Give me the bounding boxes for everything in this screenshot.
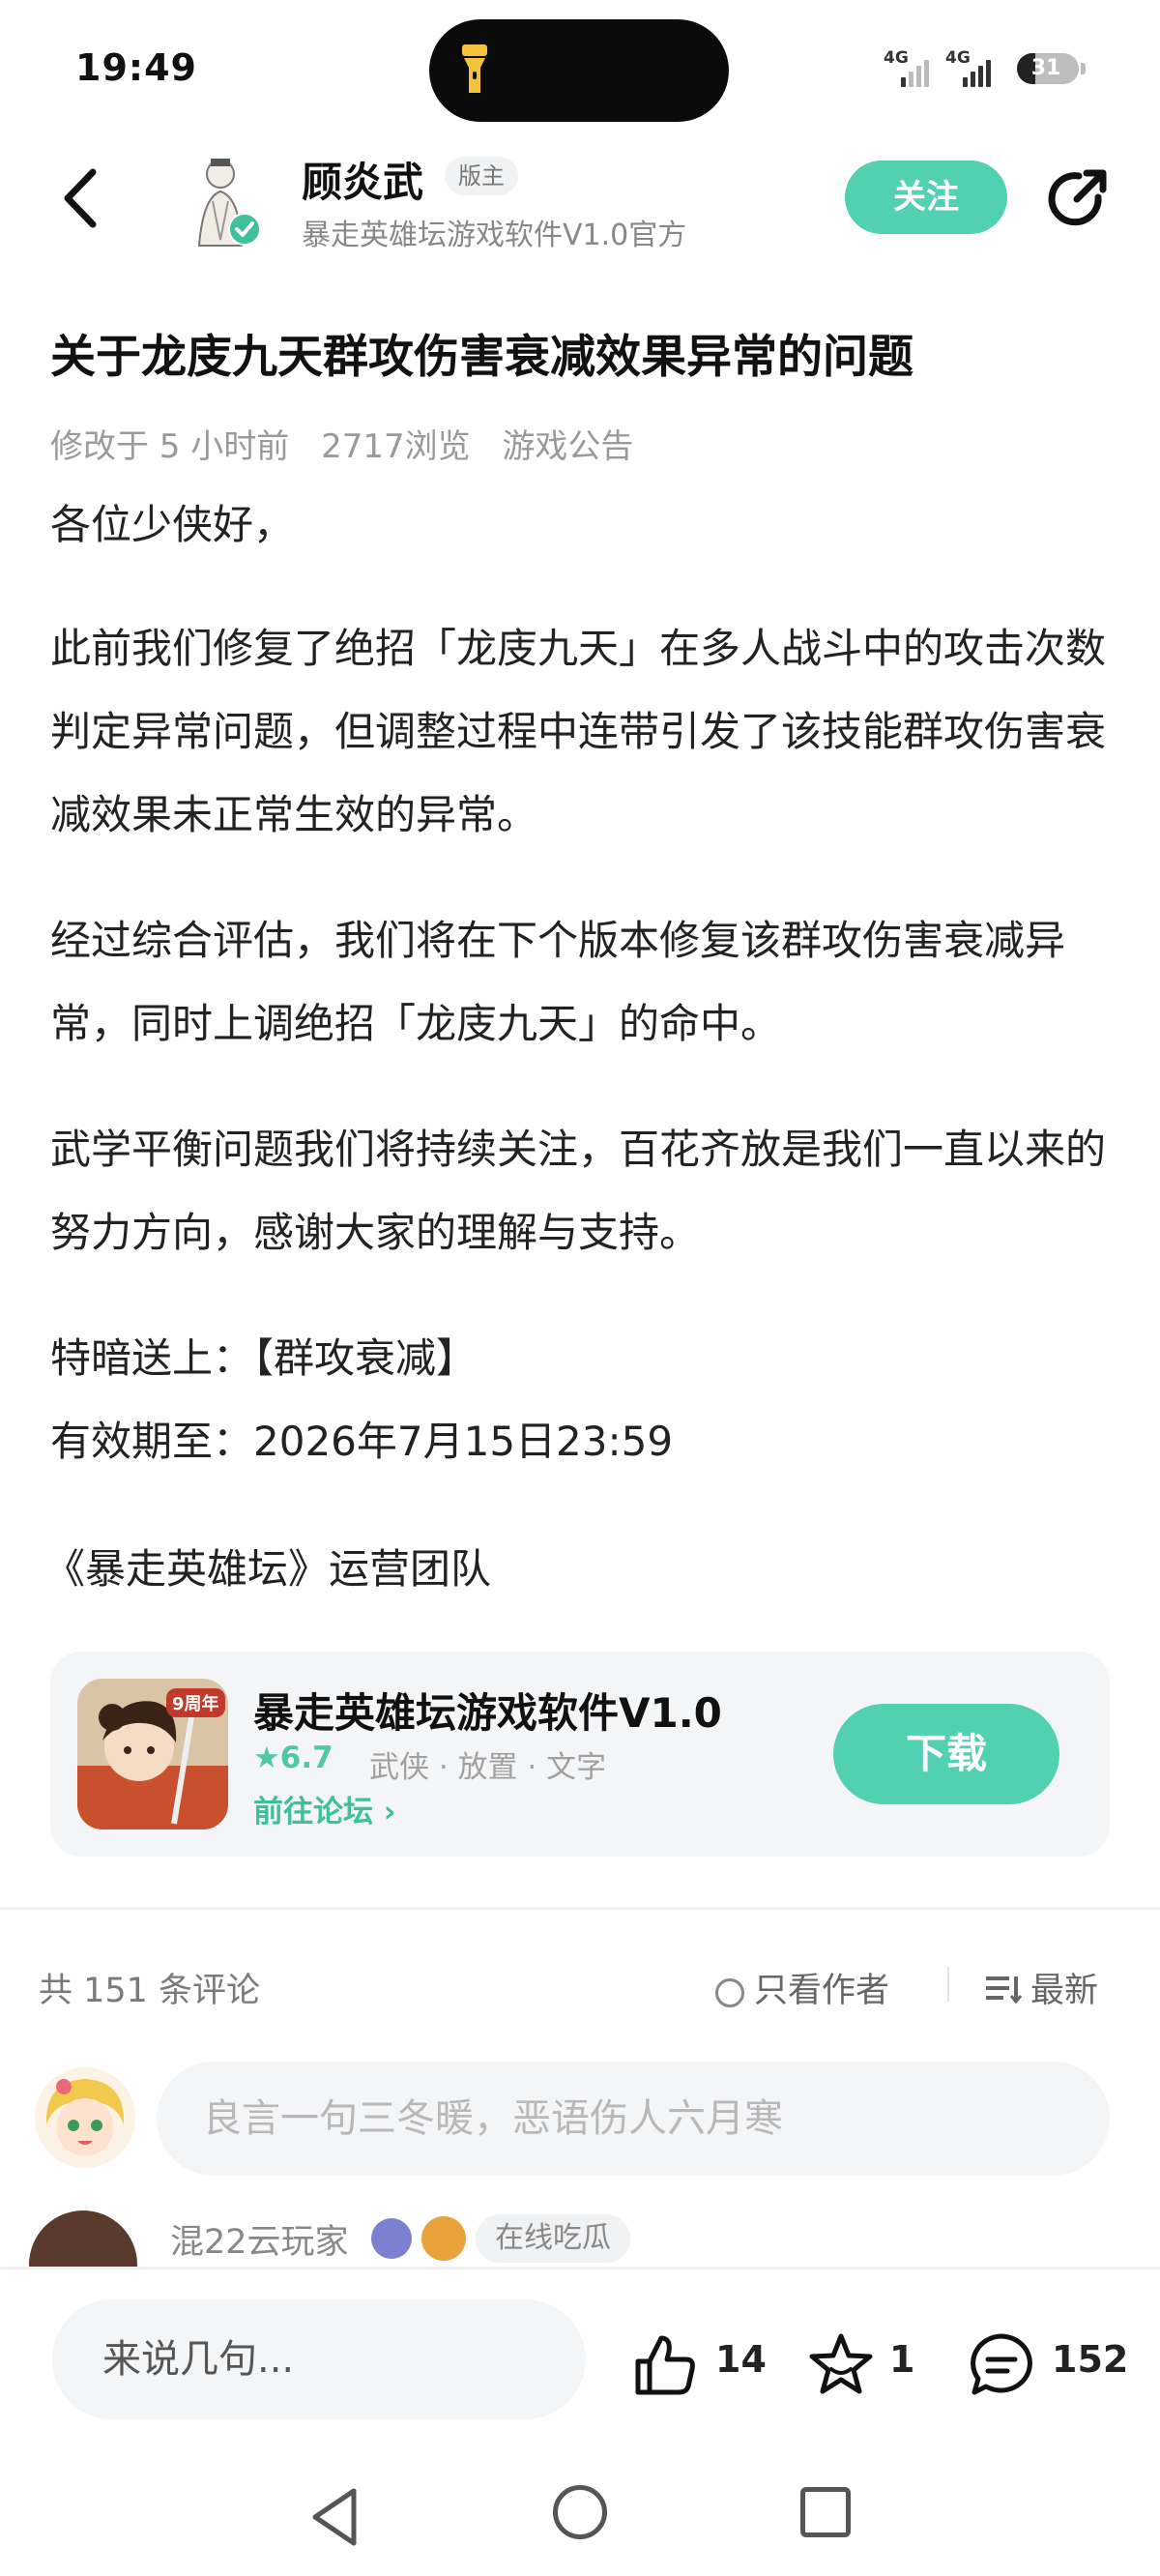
like-count: 14 bbox=[715, 2338, 767, 2381]
author-subtitle: 暴走英雄坛游戏软件V1.0官方 bbox=[302, 219, 687, 252]
nav-home-icon[interactable] bbox=[553, 2485, 607, 2539]
flashlight-icon bbox=[462, 44, 487, 93]
commenter-name[interactable]: 混22云玩家 bbox=[170, 2214, 349, 2264]
game-tags: 武侠 · 放置 · 文字 bbox=[369, 1750, 607, 1785]
post-paragraph: 各位少侠好， bbox=[50, 501, 295, 548]
anniversary-badge: 9周年 bbox=[166, 1688, 225, 1717]
comment-bubble-icon[interactable] bbox=[967, 2330, 1036, 2400]
radio-icon bbox=[715, 1978, 744, 2007]
game-rating: ★6.7 bbox=[253, 1741, 334, 1775]
status-time: 19:49 bbox=[75, 46, 197, 89]
author-name[interactable]: 顾炎武 bbox=[302, 150, 423, 209]
cellular-signal-icon: 4G bbox=[945, 48, 1007, 87]
post-meta: 修改于 5 小时前 2717浏览 游戏公告 bbox=[50, 420, 654, 467]
reply-input[interactable]: 来说几句... bbox=[52, 2299, 586, 2419]
battery-tip bbox=[1081, 63, 1086, 74]
author-avatar[interactable] bbox=[180, 153, 267, 249]
battery-icon: 31 bbox=[1017, 53, 1079, 84]
view-count: 2717浏览 bbox=[321, 427, 471, 466]
only-author-toggle[interactable]: 只看作者 bbox=[715, 1963, 889, 2012]
post-paragraph: 特暗送上：【群攻衰减】 bbox=[50, 1334, 478, 1382]
nav-back-icon[interactable] bbox=[305, 2485, 363, 2549]
game-icon[interactable]: 9周年 bbox=[77, 1679, 228, 1830]
comment-count: 共 151 条评论 bbox=[39, 1972, 261, 2010]
user-tag: 在线吃瓜 bbox=[476, 2214, 630, 2263]
post-paragraph: 此前我们修复了绝招「龙庋九天」在多人战斗中的攻击次数判定异常问题，但调整过程中连… bbox=[50, 625, 1107, 838]
download-button[interactable]: 下载 bbox=[833, 1704, 1059, 1804]
post-paragraph: 有效期至：2026年7月15日23:59 bbox=[50, 1418, 674, 1465]
nav-recents-icon[interactable] bbox=[800, 2487, 851, 2537]
filter-divider bbox=[947, 1967, 949, 2002]
comment-count-bottom: 152 bbox=[1052, 2338, 1129, 2381]
moderator-tag: 版主 bbox=[445, 157, 518, 195]
level-badge-icon bbox=[421, 2216, 466, 2261]
game-name[interactable]: 暴走英雄坛游戏软件V1.0 bbox=[253, 1681, 722, 1740]
section-divider bbox=[0, 1907, 1160, 1910]
anime-girl-avatar-icon bbox=[35, 2067, 135, 2168]
go-to-forum-link[interactable]: 前往论坛 › bbox=[253, 1787, 396, 1830]
battery-level: 31 bbox=[1030, 56, 1061, 80]
comment-input[interactable]: 良言一句三冬暖，恶语伤人六月寒 bbox=[157, 2062, 1110, 2176]
back-arrow-icon[interactable] bbox=[58, 164, 106, 232]
verified-badge-icon bbox=[228, 213, 261, 246]
sort-icon bbox=[986, 1976, 1023, 2005]
sort-latest-button[interactable]: 最新 bbox=[984, 1963, 1098, 2012]
like-icon[interactable] bbox=[630, 2330, 700, 2400]
post-signature: 《暴走英雄坛》运营团队 bbox=[44, 1545, 492, 1593]
my-avatar bbox=[35, 2067, 135, 2168]
post-title: 关于龙庋九天群攻伤害衰减效果异常的问题 bbox=[50, 331, 914, 384]
post-paragraph: 武学平衡问题我们将持续关注，百花齐放是我们一直以来的努力方向，感谢大家的理解与支… bbox=[50, 1126, 1107, 1256]
favorite-count: 1 bbox=[889, 2338, 915, 2381]
sort-label: 最新 bbox=[1030, 1972, 1099, 2010]
follow-button[interactable]: 关注 bbox=[845, 161, 1007, 234]
share-icon[interactable] bbox=[1044, 164, 1112, 232]
post-paragraph: 经过综合评估，我们将在下个版本修复该群攻伤害衰减异常，同时上调绝招「龙庋九天」的… bbox=[50, 917, 1066, 1047]
modified-time: 修改于 5 小时前 bbox=[50, 427, 290, 466]
only-author-label: 只看作者 bbox=[754, 1972, 890, 2010]
favorite-star-icon[interactable] bbox=[806, 2330, 876, 2400]
gamepad-badge-icon bbox=[371, 2218, 412, 2259]
post-category[interactable]: 游戏公告 bbox=[502, 427, 633, 466]
cellular-signal-icon: 4G bbox=[884, 48, 938, 87]
